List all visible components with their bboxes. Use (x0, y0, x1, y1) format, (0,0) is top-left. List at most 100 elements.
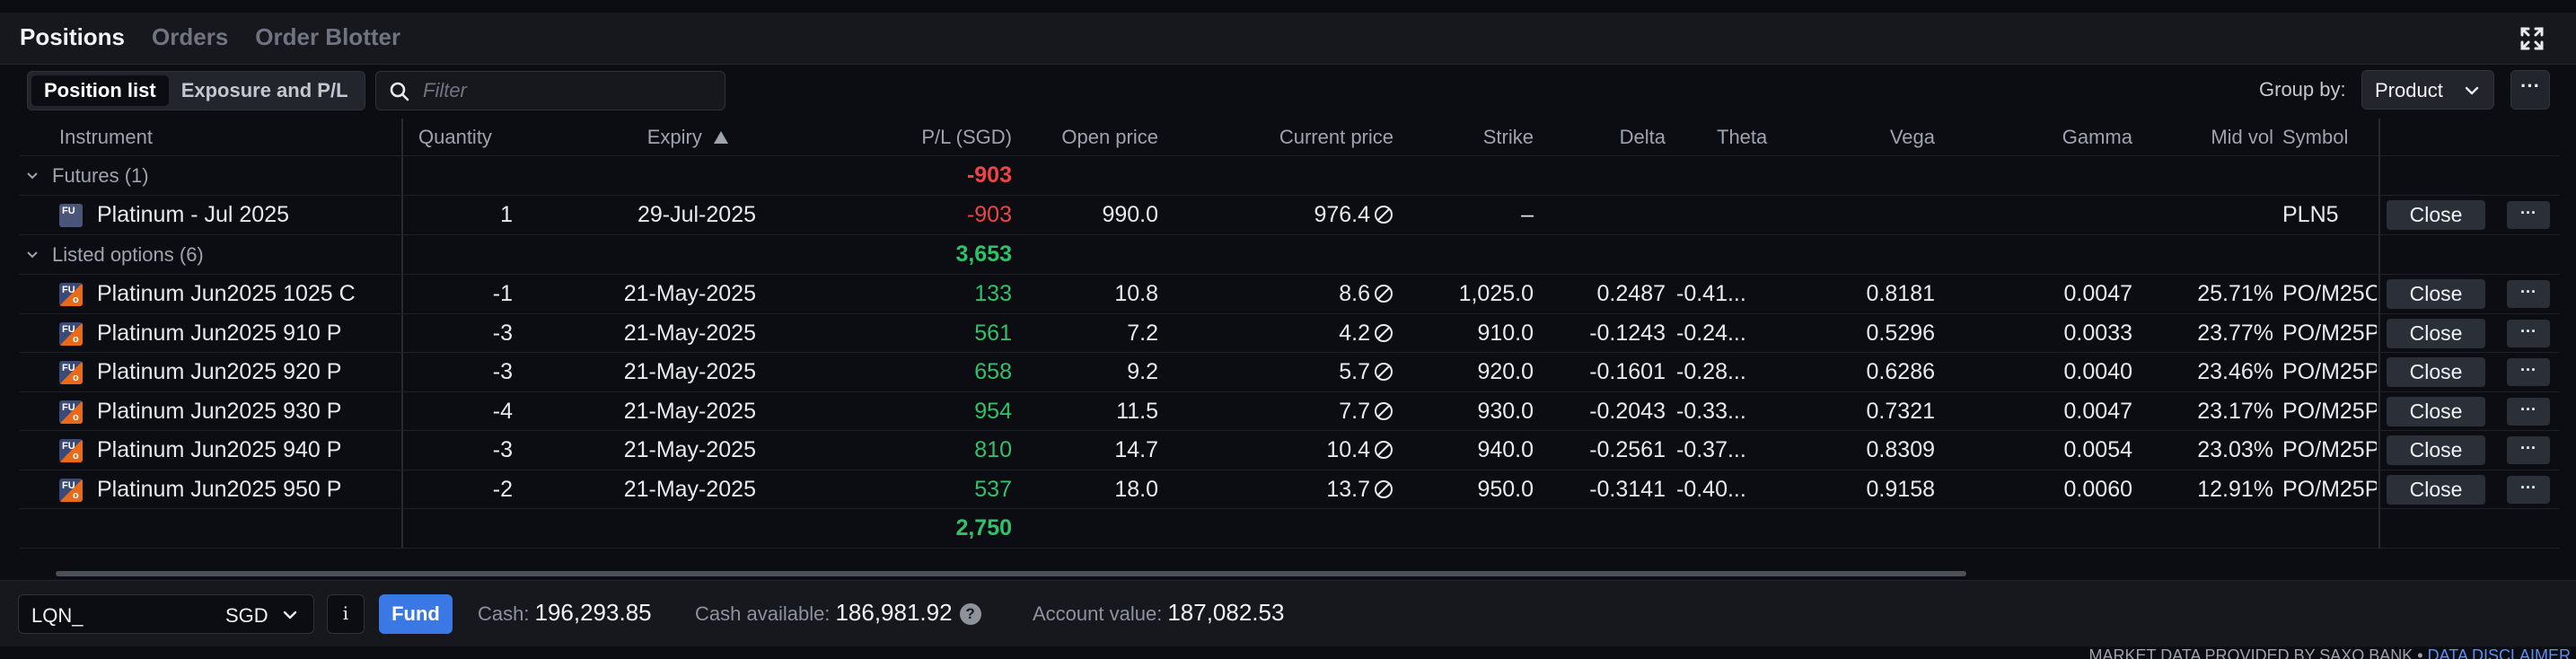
col-quantity[interactable]: Quantity (418, 119, 526, 155)
row-more-button[interactable]: ··· (2507, 201, 2550, 229)
symbol: PO/M25P (2282, 359, 2377, 384)
chevron-down-icon[interactable] (25, 169, 40, 183)
group-row-options[interactable]: Listed options (6) 3,653 (20, 235, 2559, 275)
col-expiry[interactable]: Expiry (558, 119, 729, 155)
col-theta[interactable]: Theta (1717, 119, 1816, 155)
row-more-button[interactable]: ··· (2507, 397, 2550, 426)
table-row[interactable]: FU o Platinum Jun2025 940 P -3 21-May-2025 81… (20, 431, 2559, 470)
cash-label: Cash: (478, 602, 530, 625)
data-disclaimer-link[interactable]: DATA DISCLAIMER (2428, 646, 2571, 659)
col-current-price[interactable]: Current price (1214, 119, 1394, 155)
tab-bar: Positions Orders Order Blotter (20, 23, 400, 51)
gamma: 0.0047 (2063, 281, 2132, 306)
account-footer: LQN_ SGD i Fund Cash: 196,293.85 Cash ava… (0, 580, 2576, 646)
quantity: -1 (492, 281, 513, 306)
toolbar-more-button[interactable]: ··· (2510, 70, 2550, 110)
no-entry-icon (1375, 206, 1393, 224)
disclaimer-text: MARKET DATA PROVIDED BY SAXO BANK • (2088, 646, 2423, 659)
delta: -0.2043 (1589, 398, 1666, 424)
table-row[interactable]: FU o Platinum Jun2025 930 P -4 21-May-2025 95… (20, 392, 2559, 431)
tab-order-blotter[interactable]: Order Blotter (255, 23, 400, 51)
mid-vol: 23.03% (2197, 437, 2273, 462)
delta: -0.2561 (1589, 437, 1666, 462)
account-select[interactable]: LQN_ SGD (18, 594, 314, 634)
close-position-button[interactable]: Close (2387, 435, 2485, 465)
table-header: Instrument Quantity Expiry P/L (SGD) Ope… (20, 119, 2559, 156)
expiry: 21-May-2025 (623, 281, 756, 306)
row-more-button[interactable]: ··· (2507, 280, 2550, 308)
close-position-button[interactable]: Close (2387, 200, 2485, 230)
row-more-button[interactable]: ··· (2507, 475, 2550, 504)
col-strike[interactable]: Strike (1402, 119, 1534, 155)
expiry: 29-Jul-2025 (637, 202, 756, 227)
account-value-label: Account value: (1033, 602, 1163, 625)
delta: -0.1601 (1589, 359, 1666, 384)
row-more-button[interactable]: ··· (2507, 319, 2550, 347)
instrument-name: Platinum Jun2025 940 P (97, 437, 342, 462)
close-position-button[interactable]: Close (2387, 474, 2485, 505)
mid-vol: 23.46% (2197, 359, 2273, 384)
expiry: 21-May-2025 (623, 320, 756, 346)
filter-input[interactable] (423, 77, 710, 104)
cash-available-label: Cash available: (695, 602, 831, 625)
strike: 940.0 (1477, 437, 1534, 462)
info-icon[interactable]: i (327, 594, 365, 634)
pl-value: 954 (974, 398, 1012, 424)
group-by-select[interactable]: Product (2361, 70, 2494, 110)
col-open-price[interactable]: Open price (1007, 119, 1158, 155)
close-position-button[interactable]: Close (2387, 318, 2485, 348)
account-value-stat: Account value: 187,082.53 (1033, 599, 1284, 627)
pl-value: 561 (974, 320, 1012, 346)
gamma: 0.0033 (2063, 320, 2132, 346)
open-price: 990.0 (1102, 202, 1158, 227)
row-more-button[interactable]: ··· (2507, 436, 2550, 464)
cash-available-value: 186,981.92 (835, 599, 953, 626)
pl-value: 133 (974, 281, 1012, 306)
vega: 0.7321 (1866, 398, 1935, 424)
table-row[interactable]: FU o Platinum Jun2025 1025 C -1 21-May-2025 1… (20, 275, 2559, 314)
close-position-button[interactable]: Close (2387, 279, 2485, 309)
account-id: LQN_ (31, 604, 84, 627)
table-row[interactable]: FU o Platinum Jun2025 920 P -3 21-May-2025 65… (20, 353, 2559, 392)
vega: 0.6286 (1866, 359, 1935, 384)
open-price: 18.0 (1114, 476, 1158, 502)
chevron-down-icon[interactable] (25, 248, 40, 262)
close-position-button[interactable]: Close (2387, 396, 2485, 426)
open-price: 11.5 (1116, 398, 1158, 424)
pl-value: 658 (974, 359, 1012, 384)
col-vega[interactable]: Vega (1816, 119, 1935, 155)
current-price: 10.4 (1214, 431, 1394, 470)
tab-orders[interactable]: Orders (152, 23, 228, 51)
delta: -0.1243 (1589, 320, 1666, 346)
expand-icon[interactable] (2519, 25, 2545, 52)
market-data-disclaimer: MARKET DATA PROVIDED BY SAXO BANK • DATA… (2089, 646, 2571, 659)
group-row-futures[interactable]: Futures (1) -903 (20, 156, 2559, 196)
col-delta[interactable]: Delta (1546, 119, 1666, 155)
chevron-down-icon (283, 611, 297, 619)
theta: -0.37... (1676, 437, 1746, 462)
horizontal-scrollbar[interactable] (56, 571, 1966, 576)
table-row[interactable]: FU Platinum - Jul 2025 1 29-Jul-2025 -90… (20, 196, 2559, 235)
col-mid-vol[interactable]: Mid vol (2139, 119, 2273, 155)
col-pl[interactable]: P/L (SGD) (828, 119, 1012, 155)
cash-available-stat: Cash available: 186,981.92? (695, 599, 981, 627)
help-icon[interactable]: ? (959, 603, 981, 625)
current-price: 7.7 (1214, 392, 1394, 431)
group-label: Listed options (6) (52, 243, 204, 266)
fund-button[interactable]: Fund (379, 594, 453, 634)
filter-box (375, 71, 725, 110)
sort-ascending-icon (714, 131, 728, 144)
theta: -0.41... (1676, 281, 1746, 306)
pl-value: 537 (974, 476, 1012, 502)
exposure-pl-button[interactable]: Exposure and P/L (169, 75, 361, 106)
mid-vol: 12.91% (2197, 476, 2273, 502)
col-symbol[interactable]: Symbol (2282, 119, 2377, 155)
close-position-button[interactable]: Close (2387, 357, 2485, 387)
row-more-button[interactable]: ··· (2507, 358, 2550, 386)
table-row[interactable]: FU o Platinum Jun2025 950 P -2 21-May-2025 53… (20, 470, 2559, 509)
tab-positions[interactable]: Positions (20, 23, 125, 51)
position-list-button[interactable]: Position list (31, 75, 169, 106)
table-row[interactable]: FU o Platinum Jun2025 910 P -3 21-May-2025 56… (20, 314, 2559, 353)
col-instrument[interactable]: Instrument (59, 119, 329, 155)
col-gamma[interactable]: Gamma (1959, 119, 2132, 155)
